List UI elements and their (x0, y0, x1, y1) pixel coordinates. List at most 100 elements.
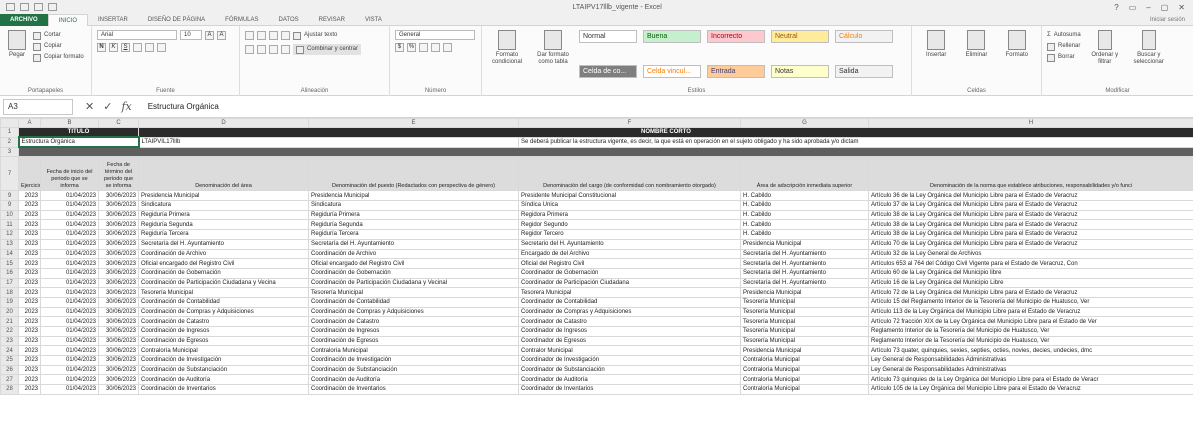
table-cell[interactable]: Presidencia Municipal (138, 190, 309, 202)
shrink-font-icon[interactable]: A (217, 30, 226, 40)
table-cell[interactable]: Artículo 16 de la Ley Orgánica del Munic… (868, 277, 1193, 289)
table-cell[interactable]: 30/06/2023 (98, 326, 139, 337)
table-cell[interactable]: Síndica Única (518, 200, 741, 211)
table-cell[interactable]: Coordinación de Ingresos (138, 326, 309, 337)
format-painter-button[interactable]: Copiar formato (33, 52, 84, 63)
table-cell[interactable]: Coordinador de Auditoría (518, 374, 741, 386)
column-header-g[interactable]: G (740, 118, 869, 128)
italic-button[interactable]: K (109, 43, 118, 52)
table-cell[interactable]: Coordinación de Compras y Adquisiciones (308, 306, 519, 318)
table-cell[interactable]: 2023 (18, 287, 41, 298)
header-charge[interactable]: Denominación del cargo (de conformidad c… (518, 156, 741, 192)
currency-icon[interactable]: $ (395, 43, 404, 52)
column-header-h[interactable]: H (868, 118, 1193, 128)
underline-button[interactable]: S (121, 43, 130, 52)
orientation-icon[interactable] (281, 31, 290, 40)
paste-button[interactable]: Pegar (5, 30, 29, 96)
table-cell[interactable]: 30/06/2023 (98, 345, 139, 357)
table-cell[interactable]: Presidente Municipal Constitucional (518, 190, 741, 202)
style-bad[interactable]: Incorrecto (707, 30, 765, 43)
table-cell[interactable]: Contraloría Municipal (740, 384, 869, 395)
row-header[interactable]: 16 (0, 267, 19, 279)
table-cell[interactable]: H. Cabildo (740, 219, 869, 231)
select-all-corner[interactable] (0, 118, 19, 128)
insert-function-icon[interactable]: fx (121, 100, 131, 113)
selected-cell-a3[interactable]: Estructura Orgánica (17, 136, 140, 149)
table-cell[interactable]: 01/04/2023 (40, 200, 99, 211)
table-cell[interactable]: Coordinación de Investigación (138, 355, 309, 366)
table-cell[interactable]: 2023 (18, 296, 41, 308)
table-cell[interactable]: Tesorería Municipal (740, 335, 869, 347)
table-cell[interactable]: Regiduría Primera (308, 209, 519, 221)
table-cell[interactable]: Contraloría Municipal (308, 345, 519, 357)
style-neutral[interactable]: Neutral (771, 30, 829, 43)
undo-icon[interactable] (20, 3, 29, 11)
table-cell[interactable]: Artículo 60 de la Ley Orgánica del Munic… (868, 267, 1193, 279)
row-header[interactable]: 3 (0, 146, 19, 158)
conditional-format-button[interactable]: Formato condicional (487, 30, 527, 96)
table-cell[interactable]: Ley General de Responsabilidades Adminis… (868, 364, 1193, 376)
table-cell[interactable]: Coordinación de Archivo (308, 248, 519, 260)
column-header-a[interactable]: A (18, 118, 41, 128)
table-cell[interactable]: 30/06/2023 (98, 316, 139, 327)
column-header-e[interactable]: E (308, 118, 519, 128)
table-cell[interactable]: Presidencia Municipal (740, 287, 869, 298)
align-top-icon[interactable] (245, 31, 254, 40)
description-note-cell[interactable]: Se deberá publicar la estructura vigente… (518, 136, 1193, 148)
table-cell[interactable]: Coordinación de Participación Ciudadana … (138, 277, 309, 289)
table-cell[interactable]: Ley General de Responsabilidades Adminis… (868, 355, 1193, 366)
table-cell[interactable]: Coordinación de Inventarios (138, 384, 309, 395)
table-cell[interactable]: Artículo 32 de la Ley General de Archivo… (868, 248, 1193, 260)
formula-input[interactable]: Estructura Orgánica (144, 102, 219, 111)
table-cell[interactable]: 01/04/2023 (40, 355, 99, 366)
table-cell[interactable]: Coordinación de Substanciación (308, 364, 519, 376)
tab-formulas[interactable]: FÓRMULAS (215, 14, 268, 26)
header-area[interactable]: Denominación del área (138, 156, 309, 192)
table-cell[interactable]: Coordinación de Substanciación (138, 364, 309, 376)
row-header[interactable]: 25 (0, 355, 19, 366)
row-header[interactable]: 26 (0, 364, 19, 376)
table-cell[interactable]: Artículo 73 quinquies de la Ley Orgánica… (868, 374, 1193, 386)
row-header[interactable]: 19 (0, 296, 19, 308)
table-cell[interactable]: 2023 (18, 229, 41, 240)
table-cell[interactable]: Artículo 73 quater, quinquies, sexies, s… (868, 345, 1193, 357)
table-cell[interactable]: 30/06/2023 (98, 384, 139, 395)
format-as-table-button[interactable]: Dar formato como tabla (533, 30, 573, 96)
percent-icon[interactable]: % (407, 43, 416, 52)
tab-review[interactable]: REVISAR (309, 14, 355, 26)
table-cell[interactable]: 01/04/2023 (40, 296, 99, 308)
row-header[interactable]: 12 (0, 229, 19, 240)
header-position[interactable]: Denominación del puesto (Redactados con … (308, 156, 519, 192)
font-size-combo[interactable]: 10 (180, 30, 202, 40)
table-cell[interactable]: Oficial encargado del Registro Civil (138, 258, 309, 269)
save-icon[interactable] (6, 3, 15, 11)
table-cell[interactable]: Sindicatura (308, 200, 519, 211)
enter-icon[interactable]: ✓ (103, 100, 112, 113)
table-cell[interactable]: 01/04/2023 (40, 335, 99, 347)
table-cell[interactable]: Contraloría Municipal (740, 355, 869, 366)
table-cell[interactable]: 01/04/2023 (40, 229, 99, 240)
table-cell[interactable]: 01/04/2023 (40, 277, 99, 289)
table-cell[interactable]: 2023 (18, 364, 41, 376)
fill-color-icon[interactable] (145, 43, 154, 52)
table-cell[interactable]: H. Cabildo (740, 190, 869, 202)
table-cell[interactable]: 30/06/2023 (98, 190, 139, 202)
header-end-date[interactable]: Fecha de término del periodo que se info… (98, 156, 139, 192)
format-button[interactable]: Formato (998, 30, 1036, 96)
table-cell[interactable]: Tesorería Municipal (740, 296, 869, 308)
grow-font-icon[interactable]: A (205, 30, 214, 40)
table-cell[interactable]: Coordinador de Egresos (518, 335, 741, 347)
tab-home[interactable]: INICIO (47, 13, 89, 26)
table-cell[interactable]: Regidora Primera (518, 209, 741, 221)
table-cell[interactable]: 2023 (18, 219, 41, 231)
table-cell[interactable]: Coordinación de Inventarios (308, 384, 519, 395)
table-cell[interactable]: 30/06/2023 (98, 200, 139, 211)
table-cell[interactable]: 01/04/2023 (40, 316, 99, 327)
table-cell[interactable]: Regiduría Segunda (308, 219, 519, 231)
table-cell[interactable]: Artículo 38 de la Ley Orgánica del Munic… (868, 219, 1193, 231)
table-cell[interactable]: Coordinación de Gobernación (308, 267, 519, 279)
row-header[interactable]: 28 (0, 384, 19, 395)
indent-icon[interactable] (281, 45, 290, 54)
decrease-decimal-icon[interactable] (443, 43, 452, 52)
insert-button[interactable]: Insertar (917, 30, 955, 96)
